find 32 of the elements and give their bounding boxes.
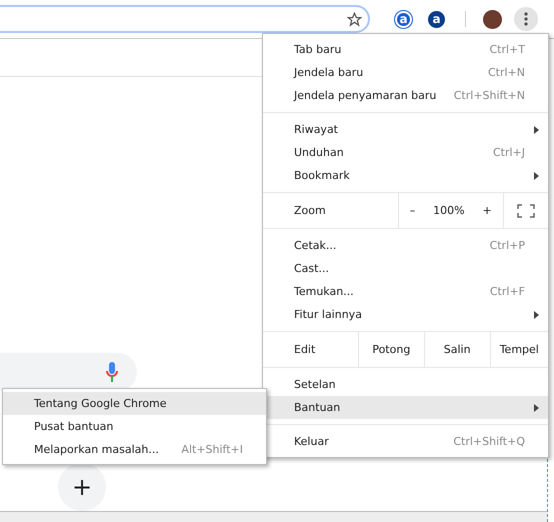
edit-action-button[interactable]: Tempel [496,343,543,356]
zoom-label: Zoom [294,204,326,217]
menu-item[interactable]: Tab baru Ctrl+T [263,38,548,61]
menu-item[interactable]: Tentang Google Chrome [3,392,266,415]
menu-item[interactable]: Temukan... Ctrl+F [263,280,548,303]
zoom-out-button[interactable]: – [406,204,420,217]
star-icon[interactable] [347,12,362,26]
edit-action-button[interactable]: Salin [440,343,475,356]
extension-icon[interactable]: a [428,10,445,28]
fullscreen-icon[interactable] [516,204,535,218]
zoom-level: 100% [433,204,465,217]
menu-item[interactable]: Keluar Ctrl+Shift+Q [263,430,548,453]
menu-item[interactable]: Cetak... Ctrl+P [263,234,548,257]
menu-item[interactable]: Jendela baru Ctrl+N [263,61,548,84]
edit-action-button[interactable]: Potong [368,343,414,356]
microphone-icon[interactable] [106,362,118,382]
menu-item[interactable]: Setelan [263,373,548,396]
menu-icon [524,12,528,26]
menu-item[interactable]: Cast... [263,257,548,280]
menu-item[interactable]: Jendela penyamaran baru Ctrl+Shift+N [263,84,548,107]
menu-item[interactable]: Bookmark [263,164,548,187]
menu-item[interactable]: Riwayat [263,118,548,141]
extension-icon[interactable]: a [395,10,412,28]
menu-item[interactable]: Fitur lainnya [263,303,548,326]
menu-item[interactable]: Pusat bantuan [3,415,266,438]
menu-item[interactable]: Melaporkan masalah... Alt+Shift+I [3,438,266,461]
add-shortcut-button[interactable]: + [58,463,106,511]
menu-item[interactable]: Unduhan Ctrl+J [263,141,548,164]
menu-button[interactable] [514,7,538,31]
profile-avatar[interactable] [483,10,502,28]
zoom-in-button[interactable]: + [478,204,496,217]
edit-label: Edit [294,343,316,356]
